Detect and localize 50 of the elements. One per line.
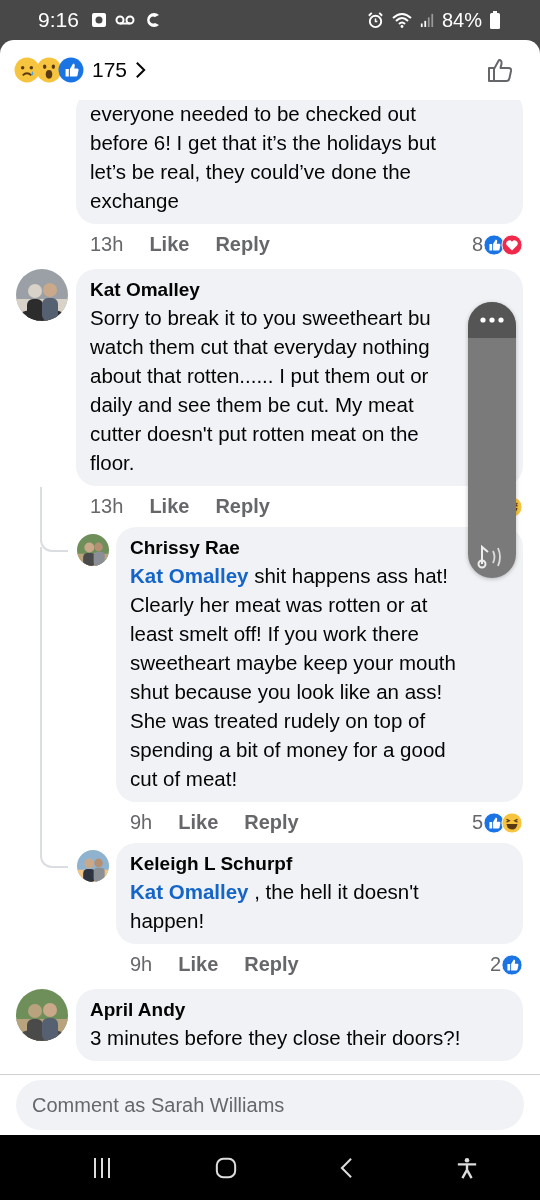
like-link[interactable]: Like bbox=[149, 233, 190, 256]
author-name[interactable]: Keleigh L Schurpf bbox=[130, 851, 293, 877]
battery-level: 84% bbox=[441, 8, 482, 32]
reply-link[interactable]: Reply bbox=[215, 495, 270, 518]
author-name[interactable]: April Andy bbox=[90, 997, 186, 1023]
like-link[interactable]: Like bbox=[178, 811, 219, 834]
author-name[interactable]: Chrissy Rae bbox=[130, 535, 240, 561]
comment-time: 9h bbox=[130, 811, 153, 834]
comment-text: Kat Omalley shit happens ass hat! Clearly her meat was rotten or at least smelt off! If you work there sweetheart maybe keep your mouth shut because you look like an ass! She was treated rudely on top of spending a bit of money for a good cut of meat! bbox=[130, 563, 456, 792]
mention-link[interactable]: Kat Omalley bbox=[130, 564, 249, 587]
voicemail-icon bbox=[114, 15, 135, 25]
mention-link[interactable]: Kat Omalley bbox=[130, 880, 249, 903]
reaction-count[interactable]: 2 bbox=[489, 953, 501, 976]
recent-apps-icon[interactable] bbox=[91, 1155, 112, 1180]
love-reaction-icon bbox=[501, 233, 523, 256]
floating-panel[interactable] bbox=[468, 302, 516, 578]
comment-text: everyone needed to be checked out before 6! I get that it’s the holidays but let’s be real, they could’ve done the exchange bbox=[90, 101, 437, 214]
like-icon[interactable] bbox=[486, 56, 514, 84]
sad-reaction-icon bbox=[14, 57, 40, 83]
battery-icon bbox=[490, 11, 500, 29]
like-reaction-icon bbox=[501, 953, 523, 976]
reaction-count[interactable]: 5 bbox=[471, 811, 483, 834]
notification-icon bbox=[90, 12, 107, 28]
status-time: 9:16 bbox=[38, 8, 79, 32]
like-reaction-icon bbox=[58, 57, 84, 83]
reaction-count[interactable]: 8 bbox=[471, 233, 483, 256]
comment-text: Sorry to break it to you sweetheart bu watch them cut that everyday nothing about that rotten...... I put them out or daily and see them be cut. My meat cutter doesn't put rotten meat on the floor. bbox=[90, 305, 431, 476]
wifi-icon bbox=[391, 12, 412, 28]
author-name[interactable]: Kat Omalley bbox=[90, 277, 200, 303]
more-icon[interactable] bbox=[480, 317, 504, 323]
comment-input[interactable]: Comment as Sarah Williams bbox=[16, 1080, 524, 1130]
comment-text: 3 minutes before they close their doors?! bbox=[90, 1025, 461, 1051]
comment-time: 13h bbox=[90, 495, 124, 518]
reply-link[interactable]: Reply bbox=[244, 953, 299, 976]
comment-time: 9h bbox=[130, 953, 153, 976]
signal-icon bbox=[419, 12, 434, 28]
alarm-icon bbox=[366, 11, 384, 29]
comment-text: Kat Omalley , the hell it doesn't happen! bbox=[130, 879, 419, 934]
reply-link[interactable]: Reply bbox=[215, 233, 270, 256]
back-icon[interactable] bbox=[340, 1156, 354, 1179]
home-icon[interactable] bbox=[214, 1156, 237, 1179]
comment-time: 13h bbox=[90, 233, 124, 256]
like-link[interactable]: Like bbox=[149, 495, 190, 518]
haha-reaction-icon bbox=[501, 811, 523, 834]
reply-link[interactable]: Reply bbox=[244, 811, 299, 834]
wow-reaction-icon bbox=[36, 57, 62, 83]
reaction-count[interactable]: 175 bbox=[92, 58, 128, 82]
chevron-right-icon[interactable] bbox=[135, 60, 147, 80]
like-link[interactable]: Like bbox=[178, 953, 219, 976]
accessibility-icon[interactable] bbox=[456, 1156, 479, 1179]
